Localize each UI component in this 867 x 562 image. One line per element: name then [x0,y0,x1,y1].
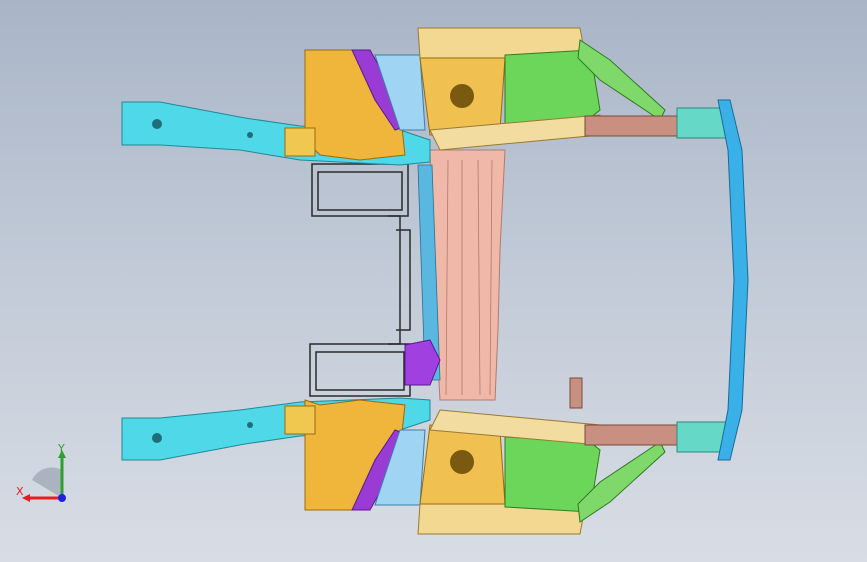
upper-crash-box [584,115,678,137]
cad-viewport[interactable]: Y X [0,0,867,562]
vehicle-front-structure-model[interactable] [0,0,867,562]
upper-strut-hole [450,84,474,108]
lower-crash-box [584,424,678,446]
upper-tower-bracket [284,127,316,157]
dash-panel [429,149,506,401]
lower-tower-bracket [284,405,316,435]
lower-strut-hole [450,450,474,474]
small-bracket [569,377,583,409]
triad-base-sector [32,467,62,498]
front-bumper-beam [717,99,749,461]
y-axis-label: Y [58,442,65,455]
subframe [309,163,411,397]
rail-holes [152,119,334,443]
x-axis-label: X [16,485,24,498]
z-axis-dot [58,494,66,502]
